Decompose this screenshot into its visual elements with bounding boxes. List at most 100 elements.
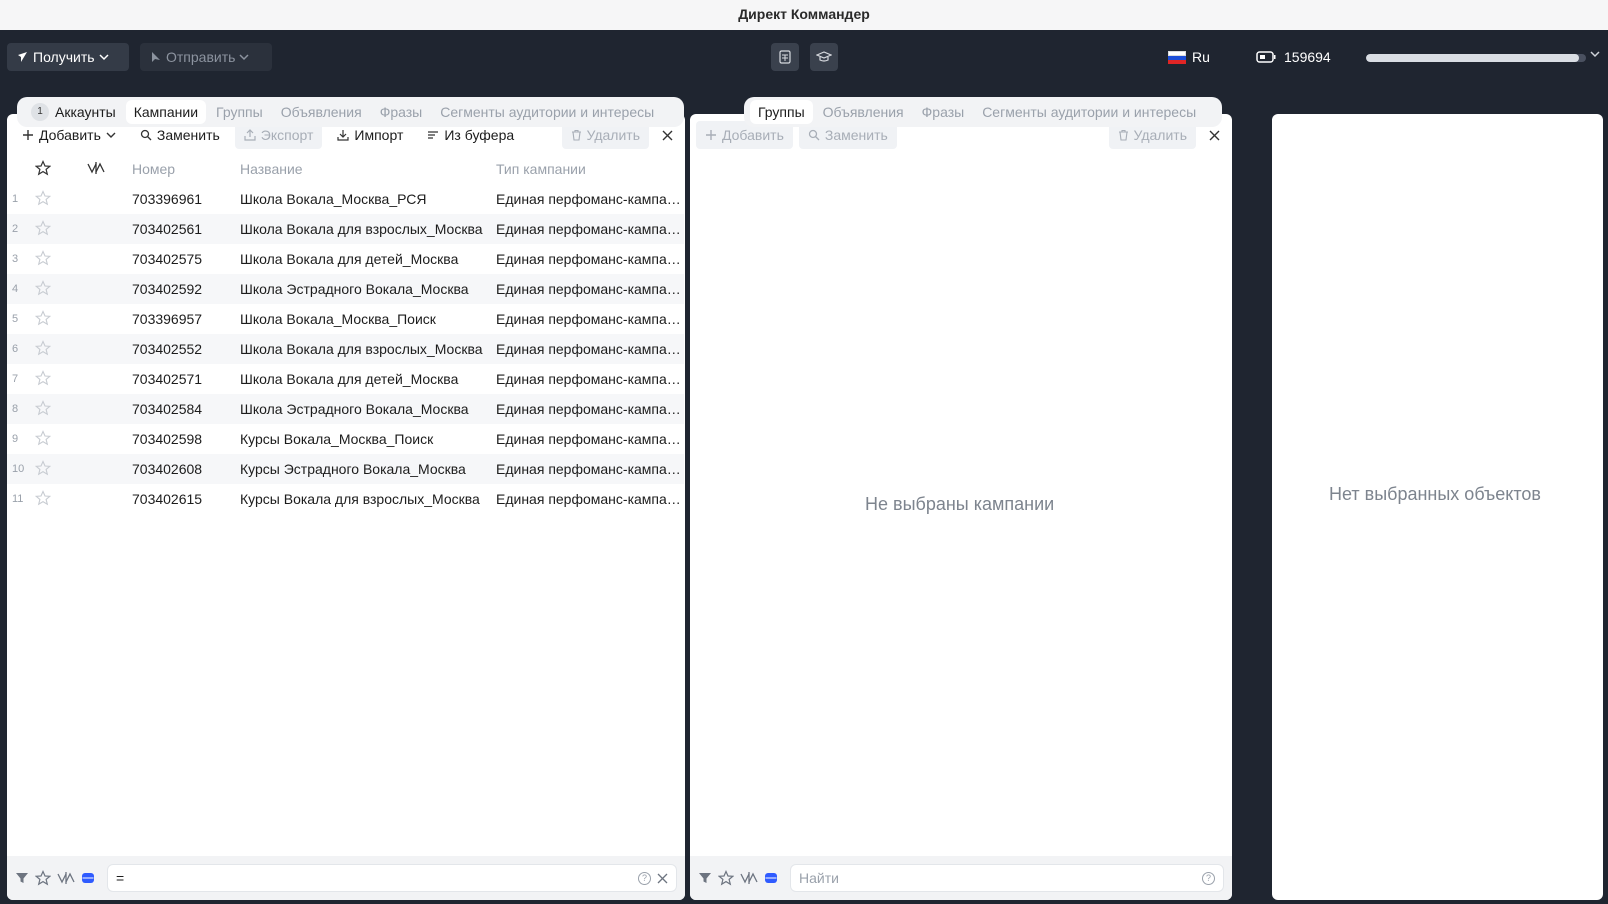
tab-1[interactable]: Объявления [815,100,912,124]
star-icon[interactable] [35,870,51,886]
table-row[interactable]: 4 703402592 Школа Эстрадного Вокала_Москва… [7,274,684,304]
row-favorite[interactable] [35,184,67,214]
row-favorite[interactable] [35,484,67,514]
star-icon[interactable] [718,870,734,886]
row-number: 703402571 [132,371,203,387]
chevron-down-icon [239,54,249,61]
row-index: 9 [12,433,19,445]
trash-icon [571,129,581,141]
calculator-icon [779,50,791,64]
send-button[interactable]: Отправить [140,43,272,71]
split-column-header[interactable] [67,154,132,184]
row-index: 7 [12,373,19,385]
split-icon[interactable] [740,871,758,885]
row-favorite[interactable] [35,274,67,304]
add-button-label: Добавить [39,127,101,143]
close-icon[interactable] [657,873,668,884]
filter-input[interactable]: = ? [107,864,677,892]
table-row[interactable]: 5 703396957 Школа Вокала_Москва_Поиск Едина… [7,304,684,334]
row-favorite[interactable] [35,214,67,244]
row-favorite[interactable] [35,454,67,484]
tab-4[interactable]: Фразы [372,100,431,124]
table-row[interactable]: 1 703396961 Школа Вокала_Москва_РСЯ Единая … [7,184,684,214]
table-row[interactable]: 11 703402615 Курсы Вокала для взрослых_Мос… [7,484,684,514]
split-icon[interactable] [57,871,75,885]
row-name: Школа Вокала для взрослых_Москва [240,341,483,357]
tab-2[interactable]: Фразы [914,100,973,124]
favorite-column-header[interactable] [34,154,67,184]
tab-5[interactable]: Сегменты аудитории и интересы [432,100,662,124]
balance-value: 159694 [1284,49,1331,65]
get-button[interactable]: Получить [7,43,129,71]
database-icon[interactable] [764,871,778,885]
row-favorite[interactable] [35,424,67,454]
export-icon [244,129,256,141]
calculator-button[interactable] [771,43,799,71]
search-input[interactable]: Найти ? [790,864,1224,892]
table-row[interactable]: 3 703402575 Школа Вокала для детей_Москва Е… [7,244,684,274]
database-icon[interactable] [81,871,95,885]
tab-label: Группы [758,104,805,120]
campaigns-table: Номер Название Тип кампании 1 703396961 Шк… [7,154,684,514]
filter-icon[interactable] [698,871,712,885]
star-icon[interactable] [35,279,52,296]
table-row[interactable]: 7 703402571 Школа Вокала для детей_Москва Е… [7,364,684,394]
cursor-icon [18,52,27,62]
row-favorite[interactable] [35,364,67,394]
table-row[interactable]: 10 703402608 Курсы Эстрадного Вокала_Москв… [7,454,684,484]
row-favorite[interactable] [35,244,67,274]
column-number[interactable]: Номер [132,154,240,184]
chevron-down-icon[interactable] [1590,48,1600,62]
tab-0[interactable]: 1 Аккаунты [23,100,124,124]
row-split [67,364,132,394]
filter-icon[interactable] [15,871,29,885]
star-icon[interactable] [35,309,52,326]
split-icon [87,161,105,174]
star-icon[interactable] [35,219,52,236]
row-split [67,244,132,274]
tab-3[interactable]: Сегменты аудитории и интересы [974,100,1204,124]
row-index: 5 [12,313,19,325]
tab-1[interactable]: Кампании [125,100,207,124]
top-toolbar: Получить Отправить Ru 159694 [0,30,1608,88]
language-label: Ru [1192,49,1210,65]
row-index: 10 [12,463,25,475]
replace-button-label: Заменить [156,127,220,143]
row-favorite[interactable] [35,394,67,424]
star-icon[interactable] [35,189,52,206]
star-icon[interactable] [35,459,52,476]
help-icon[interactable]: ? [638,871,651,885]
star-icon[interactable] [35,339,52,356]
tab-2[interactable]: Группы [208,100,271,124]
right-tabs: Группы Объявления Фразы Сегменты аудитории … [744,97,1222,127]
table-row[interactable]: 8 703402584 Школа Эстрадного Вокала_Москва… [7,394,684,424]
search-icon [140,129,152,141]
table-row[interactable]: 9 703402598 Курсы Вокала_Москва_Поиск Едина… [7,424,684,454]
tab-0[interactable]: Группы [750,100,813,124]
star-icon[interactable] [35,399,52,416]
row-name: Курсы Эстрадного Вокала_Москва [240,461,466,477]
tab-3[interactable]: Объявления [273,100,370,124]
tab-label: Фразы [921,104,965,120]
row-name: Курсы Вокала_Москва_Поиск [240,431,434,447]
star-icon[interactable] [35,369,52,386]
import-button-label: Импорт [354,127,404,143]
row-favorite[interactable] [35,334,67,364]
help-icon[interactable]: ? [1202,871,1215,885]
learning-button[interactable] [810,43,838,71]
export-button-label: Экспорт [260,127,314,143]
row-index: 11 [12,493,24,505]
row-type: Единая перфоманс-кампания [496,281,684,297]
row-split [67,304,132,334]
column-type[interactable]: Тип кампании [496,154,684,184]
table-row[interactable]: 6 703402552 Школа Вокала для взрослых_Моск… [7,334,684,364]
language-selector[interactable]: Ru [1168,43,1210,71]
row-type: Единая перфоманс-кампания [496,221,684,237]
column-name[interactable]: Название [240,154,496,184]
star-icon[interactable] [35,489,52,506]
star-icon[interactable] [35,429,52,446]
table-row[interactable]: 2 703402561 Школа Вокала для взрослых_Моск… [7,214,684,244]
row-favorite[interactable] [35,304,67,334]
row-index: 6 [12,343,19,355]
star-icon[interactable] [35,249,52,266]
